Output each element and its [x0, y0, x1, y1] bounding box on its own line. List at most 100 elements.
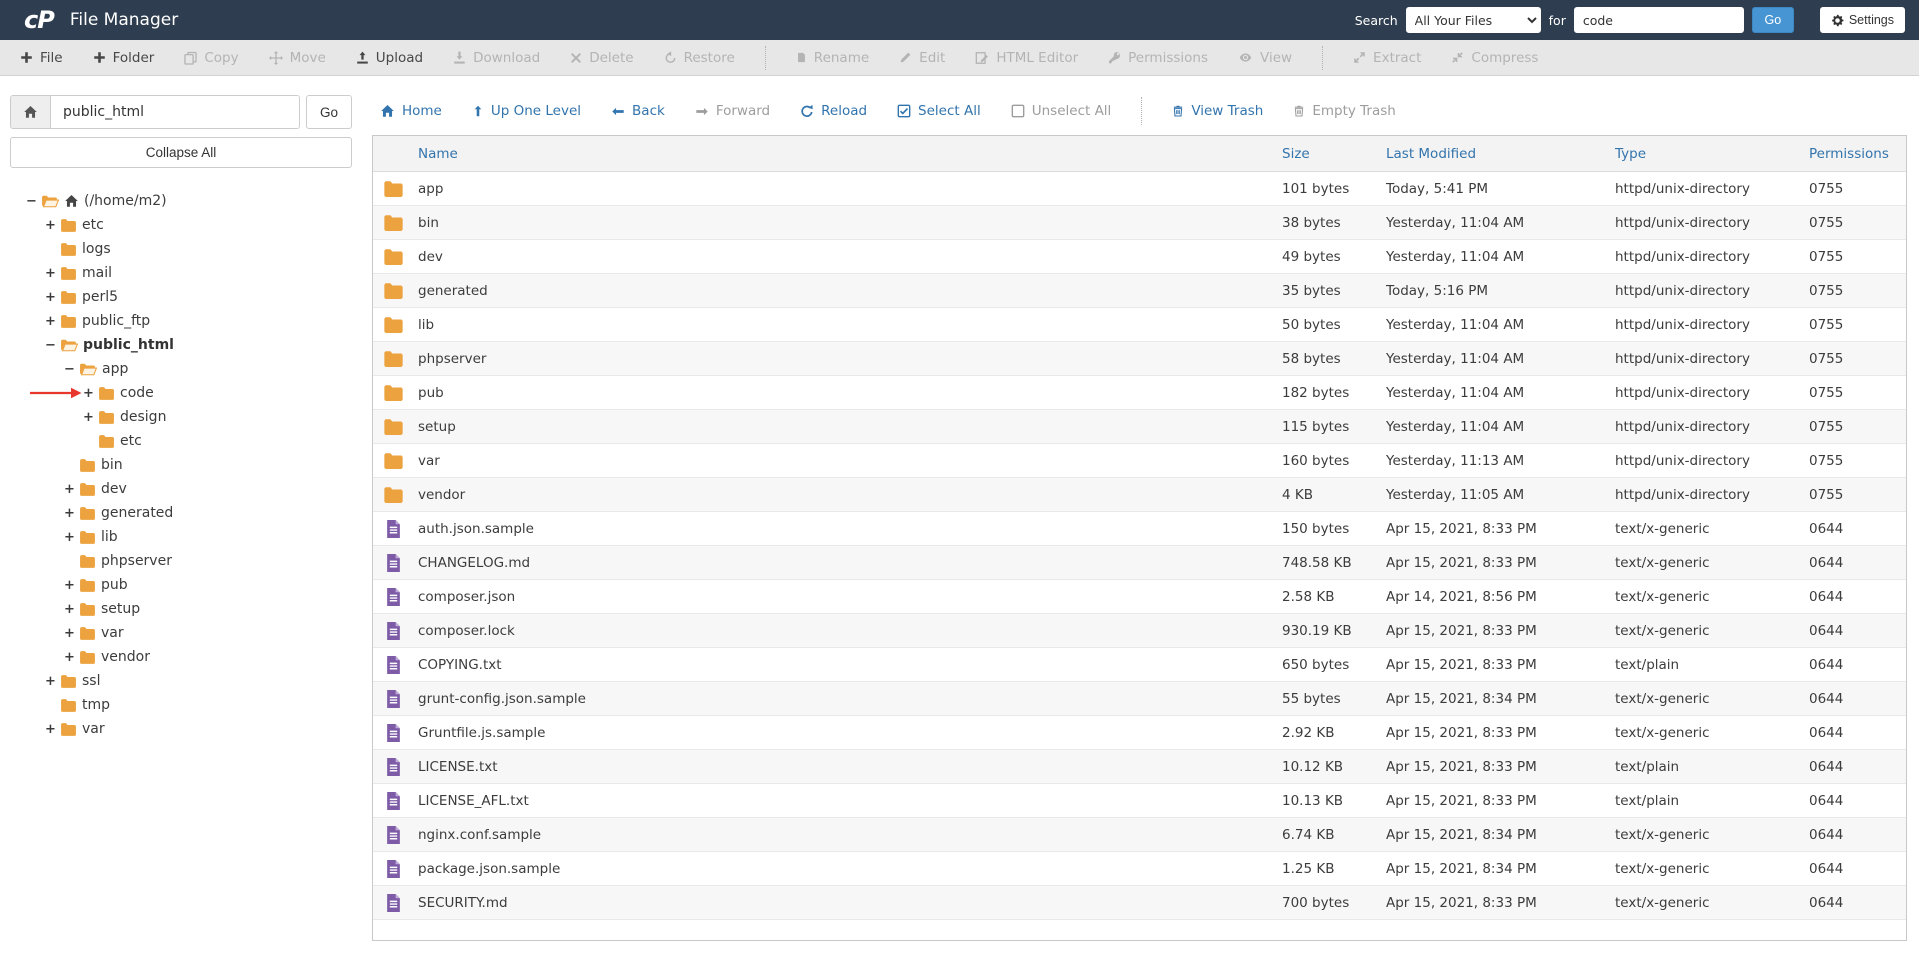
doc-icon [796, 51, 807, 64]
tree-expander[interactable]: + [45, 266, 60, 281]
tree-item-mail[interactable]: +mail [0, 261, 372, 285]
table-row[interactable]: bin38 bytesYesterday, 11:04 AMhttpd/unix… [373, 206, 1906, 240]
tree-item-tmp[interactable]: tmp [0, 693, 372, 717]
key-icon [1108, 51, 1121, 64]
tree-expander[interactable]: + [83, 410, 98, 425]
tree-expander[interactable]: + [64, 506, 79, 521]
table-row[interactable]: grunt-config.json.sample55 bytesApr 15, … [373, 682, 1906, 716]
tree-expander[interactable]: + [45, 290, 60, 305]
file-name: Gruntfile.js.sample [418, 725, 545, 741]
tree-expander[interactable]: + [64, 578, 79, 593]
tree-expander[interactable]: + [45, 674, 60, 689]
tree-item-pub[interactable]: +pub [0, 573, 372, 597]
table-row[interactable]: lib50 bytesYesterday, 11:04 AMhttpd/unix… [373, 308, 1906, 342]
file-permissions: 0644 [1809, 827, 1906, 843]
tree-item-var[interactable]: +var [0, 717, 372, 741]
tree-item-design[interactable]: +design [0, 405, 372, 429]
table-row[interactable]: generated35 bytesToday, 5:16 PMhttpd/uni… [373, 274, 1906, 308]
tree-expander[interactable]: + [83, 386, 98, 401]
tree-item-generated[interactable]: +generated [0, 501, 372, 525]
search-scope-select[interactable]: All Your Files [1406, 7, 1541, 33]
folder-icon [60, 674, 77, 688]
tree-expander[interactable]: + [64, 482, 79, 497]
tree-item-etc[interactable]: etc [0, 429, 372, 453]
file-size: 50 bytes [1282, 317, 1386, 333]
path-go-button[interactable]: Go [306, 95, 352, 129]
table-row[interactable]: setup115 bytesYesterday, 11:04 AMhttpd/u… [373, 410, 1906, 444]
tree-expander[interactable]: − [45, 338, 60, 353]
tree-expander[interactable]: + [64, 626, 79, 641]
table-row[interactable]: pub182 bytesYesterday, 11:04 AMhttpd/uni… [373, 376, 1906, 410]
tree-item-setup[interactable]: +setup [0, 597, 372, 621]
toolbar-upload-button[interactable]: Upload [356, 50, 423, 66]
path-input[interactable] [51, 96, 299, 128]
tree-item-var[interactable]: +var [0, 621, 372, 645]
nav-view-trash-button[interactable]: View Trash [1172, 103, 1263, 119]
tree-expander[interactable]: − [26, 194, 41, 209]
table-row[interactable]: Gruntfile.js.sample2.92 KBApr 15, 2021, … [373, 716, 1906, 750]
tree-item-home-m2[interactable]: −(/home/m2) [0, 189, 372, 213]
nav-home-button[interactable]: Home [380, 103, 442, 119]
table-row[interactable]: auth.json.sample150 bytesApr 15, 2021, 8… [373, 512, 1906, 546]
table-row[interactable]: composer.json2.58 KBApr 14, 2021, 8:56 P… [373, 580, 1906, 614]
file-permissions: 0755 [1809, 283, 1906, 299]
table-row[interactable]: vendor4 KBYesterday, 11:05 AMhttpd/unix-… [373, 478, 1906, 512]
tree-item-public-html[interactable]: −public_html [0, 333, 372, 357]
table-row[interactable]: app101 bytesToday, 5:41 PMhttpd/unix-dir… [373, 172, 1906, 206]
file-icon [383, 860, 404, 878]
tree-expander[interactable]: − [64, 362, 79, 377]
table-row[interactable]: composer.lock930.19 KBApr 15, 2021, 8:33… [373, 614, 1906, 648]
table-row[interactable]: LICENSE.txt10.12 KBApr 15, 2021, 8:33 PM… [373, 750, 1906, 784]
file-name: composer.lock [418, 623, 515, 639]
tree-item-ssl[interactable]: +ssl [0, 669, 372, 693]
nav-select-all-button[interactable]: Select All [897, 103, 981, 119]
tree-expander[interactable]: + [64, 530, 79, 545]
file-modified: Apr 15, 2021, 8:33 PM [1386, 895, 1615, 911]
file-size: 930.19 KB [1282, 623, 1386, 639]
tree-item-logs[interactable]: logs [0, 237, 372, 261]
collapse-all-button[interactable]: Collapse All [10, 137, 352, 168]
tree-item-vendor[interactable]: +vendor [0, 645, 372, 669]
tree-item-code[interactable]: +code [0, 381, 372, 405]
tree-item-bin[interactable]: bin [0, 453, 372, 477]
nav-back-button[interactable]: Back [611, 103, 665, 119]
tree-item-perl5[interactable]: +perl5 [0, 285, 372, 309]
search-go-button[interactable]: Go [1752, 7, 1794, 33]
table-row[interactable]: var160 bytesYesterday, 11:13 AMhttpd/uni… [373, 444, 1906, 478]
file-permissions: 0755 [1809, 385, 1906, 401]
column-header-last-modified[interactable]: Last Modified [1386, 146, 1615, 162]
tree-item-phpserver[interactable]: phpserver [0, 549, 372, 573]
nav-reload-button[interactable]: Reload [800, 103, 867, 119]
table-row[interactable]: dev49 bytesYesterday, 11:04 AMhttpd/unix… [373, 240, 1906, 274]
table-row[interactable]: phpserver58 bytesYesterday, 11:04 AMhttp… [373, 342, 1906, 376]
tree-expander[interactable]: + [45, 218, 60, 233]
settings-button[interactable]: Settings [1820, 7, 1905, 33]
tree-item-etc[interactable]: +etc [0, 213, 372, 237]
tree-item-lib[interactable]: +lib [0, 525, 372, 549]
column-header-type[interactable]: Type [1615, 146, 1809, 162]
tree-item-public-ftp[interactable]: +public_ftp [0, 309, 372, 333]
tree-expander[interactable]: + [45, 314, 60, 329]
table-row[interactable]: LICENSE_AFL.txt10.13 KBApr 15, 2021, 8:3… [373, 784, 1906, 818]
toolbar-file-button[interactable]: File [20, 50, 63, 66]
tree-expander[interactable]: + [64, 602, 79, 617]
file-name: phpserver [418, 351, 486, 367]
folder-icon [383, 350, 404, 367]
toolbar-folder-button[interactable]: Folder [93, 50, 155, 66]
table-row[interactable]: COPYING.txt650 bytesApr 15, 2021, 8:33 P… [373, 648, 1906, 682]
search-input[interactable] [1574, 7, 1744, 33]
folder-icon [60, 218, 77, 232]
nav-up-one-level-button[interactable]: Up One Level [472, 103, 581, 119]
file-table: NameSizeLast ModifiedTypePermissions app… [372, 135, 1907, 941]
tree-expander[interactable]: + [64, 650, 79, 665]
tree-expander[interactable]: + [45, 722, 60, 737]
tree-item-app[interactable]: −app [0, 357, 372, 381]
tree-item-dev[interactable]: +dev [0, 477, 372, 501]
table-row[interactable]: CHANGELOG.md748.58 KBApr 15, 2021, 8:33 … [373, 546, 1906, 580]
table-row[interactable]: nginx.conf.sample6.74 KBApr 15, 2021, 8:… [373, 818, 1906, 852]
column-header-permissions[interactable]: Permissions [1809, 146, 1906, 162]
table-row[interactable]: package.json.sample1.25 KBApr 15, 2021, … [373, 852, 1906, 886]
column-header-name[interactable]: Name [373, 146, 1282, 162]
table-row[interactable]: SECURITY.md700 bytesApr 15, 2021, 8:33 P… [373, 886, 1906, 920]
column-header-size[interactable]: Size [1282, 146, 1386, 162]
